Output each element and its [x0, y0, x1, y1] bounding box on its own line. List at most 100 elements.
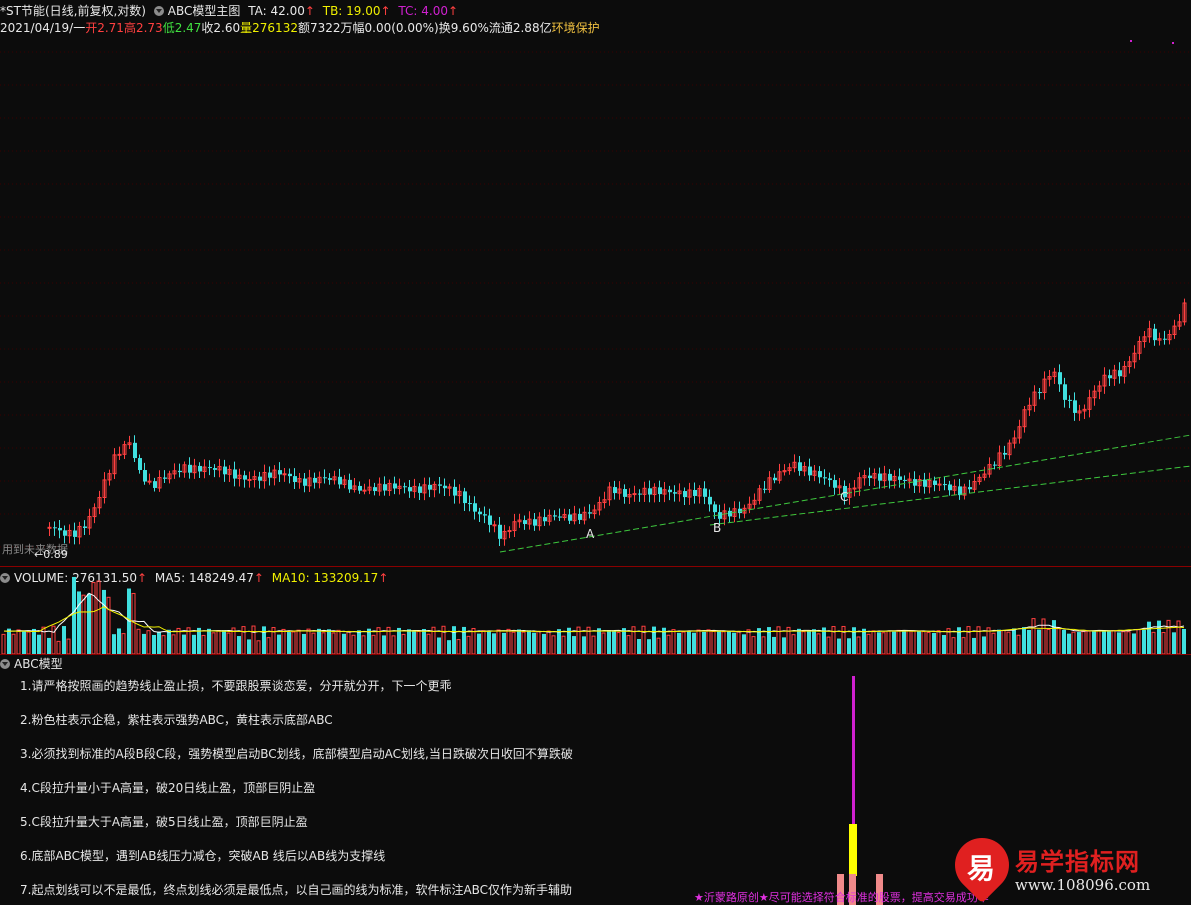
- volume-bar-down: [62, 626, 66, 654]
- candle-body-down: [673, 492, 677, 494]
- candle-body-down: [558, 516, 562, 518]
- volume-bar-up: [871, 630, 876, 654]
- candle-body-down: [243, 475, 247, 480]
- volume-bar-down: [462, 626, 466, 654]
- trendline-bc: [709, 465, 1191, 526]
- volume-bar-down: [167, 629, 171, 654]
- volume-bar-down: [837, 638, 841, 654]
- candle-body-down: [293, 476, 297, 482]
- candle-body-down: [463, 491, 467, 504]
- volume-bar-down: [612, 630, 616, 654]
- volume-bar-down: [527, 630, 531, 654]
- volume-bar-up: [176, 627, 181, 654]
- candle-body-down: [358, 485, 362, 491]
- volume-bar-down: [182, 634, 186, 654]
- volume-bar-up: [671, 629, 676, 654]
- candle-body-down: [703, 488, 707, 497]
- price-chart-pane[interactable]: *ST节能(日线,前复权,对数) ABC模型主图 TA: 42.00↑ TB: …: [0, 0, 1191, 566]
- volume-bar-up: [856, 636, 861, 654]
- volume-bar-down: [277, 634, 281, 654]
- volume-bar-up: [1121, 631, 1126, 654]
- volume-bar-down: [487, 631, 491, 654]
- volume-bar-up: [266, 637, 271, 654]
- volume-bar-down: [687, 631, 691, 654]
- volume-bar-up: [136, 628, 141, 654]
- signal-bar-yellow: [849, 824, 857, 876]
- volume-bar-up: [791, 634, 796, 654]
- marker-dot: [1130, 40, 1132, 42]
- volume-bar-up: [201, 634, 206, 654]
- candle-body-down: [833, 480, 837, 488]
- volume-bar-down: [437, 637, 441, 654]
- volume-bar-up: [561, 635, 566, 654]
- candle-body-down: [808, 466, 812, 476]
- candle-body-down: [383, 484, 387, 491]
- volume-bar-down: [692, 632, 696, 654]
- volume-bar-down: [972, 637, 976, 654]
- signal-bar-purple: [852, 676, 855, 826]
- candle-body-down: [338, 476, 342, 485]
- volume-bar-up: [1006, 631, 1011, 654]
- volume-bar-down: [997, 629, 1001, 654]
- candle-body-down: [1003, 452, 1007, 455]
- candle-body-down: [613, 487, 617, 494]
- volume-bar-up: [346, 631, 351, 654]
- candle-body-down: [393, 483, 397, 489]
- volume-bar-up: [1046, 628, 1051, 654]
- candle-body-up: [47, 526, 52, 529]
- candle-body-down: [348, 479, 352, 490]
- volume-bar-up: [1111, 630, 1116, 654]
- volume-bar-up: [216, 630, 221, 654]
- candle-body-down: [1153, 328, 1157, 341]
- volume-bar-down: [902, 630, 906, 654]
- candle-body-down: [143, 470, 147, 482]
- volume-bar-up: [906, 630, 911, 654]
- volume-bar-up: [26, 631, 31, 654]
- candle-body-up: [937, 483, 942, 486]
- volume-bar-up: [986, 627, 991, 654]
- candle-body-down: [578, 513, 582, 520]
- candlestick-chart[interactable]: A B C: [0, 0, 1191, 566]
- volume-bar-down: [32, 628, 36, 654]
- volume-bar-down: [557, 629, 561, 654]
- volume-bar-up: [831, 626, 836, 654]
- volume-bar-up: [1086, 630, 1091, 654]
- volume-bar-down: [582, 636, 586, 654]
- volume-bar-down: [1052, 620, 1056, 654]
- volume-chart[interactable]: [0, 566, 1191, 654]
- volume-bar-down: [782, 637, 786, 654]
- volume-pane[interactable]: VOLUME: 276131.50↑ MA5: 148249.47↑ MA10:…: [0, 566, 1191, 654]
- volume-bar-down: [847, 638, 851, 654]
- candle-body-down: [198, 465, 202, 472]
- candle-body-down: [408, 487, 412, 492]
- candle-body-up: [362, 489, 367, 492]
- candle-body-down: [138, 458, 142, 471]
- volume-bar-down: [932, 632, 936, 654]
- candle-body-down: [798, 462, 802, 471]
- candle-body-down: [468, 503, 472, 505]
- volume-bar-up: [881, 632, 886, 654]
- volume-bar-up: [866, 633, 871, 654]
- volume-bar-up: [591, 635, 596, 654]
- volume-bar-down: [142, 633, 146, 654]
- candle-body-down: [763, 488, 767, 490]
- volume-bar-up: [401, 633, 406, 654]
- volume-bar-up: [1, 633, 6, 654]
- volume-bar-up: [761, 636, 766, 654]
- volume-bar-down: [1092, 630, 1096, 654]
- volume-bar-down: [532, 632, 536, 654]
- volume-bar-down: [517, 629, 521, 654]
- volume-bar-down: [1142, 629, 1146, 654]
- volume-bar-down: [342, 633, 346, 654]
- candle-body-up: [117, 453, 122, 456]
- volume-bar-up: [921, 631, 926, 654]
- volume-bar-down: [1037, 629, 1041, 654]
- volume-bar-up: [306, 628, 311, 654]
- volume-bar-up: [131, 592, 136, 654]
- candle-body-up: [507, 530, 512, 533]
- volume-ma10-line: [3, 606, 1185, 633]
- volume-bar-down: [1132, 633, 1136, 654]
- volume-bar-up: [91, 582, 96, 654]
- volume-bar-down: [1172, 632, 1176, 654]
- candle-body-down: [903, 479, 907, 481]
